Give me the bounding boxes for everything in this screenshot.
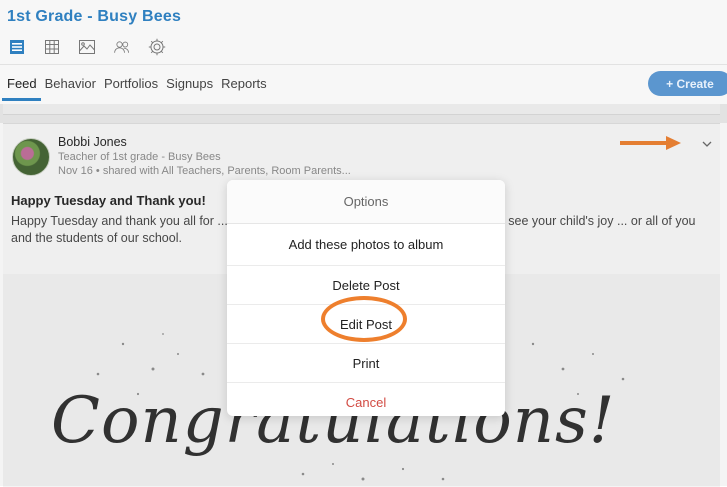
create-button[interactable]: + Create	[648, 71, 727, 96]
newsfeed-icon[interactable]	[8, 38, 26, 56]
modal-title: Options	[227, 180, 505, 224]
delete-post-button[interactable]: Delete Post	[227, 266, 505, 305]
class-title: 1st Grade - Busy Bees	[7, 8, 182, 25]
tab-behavior[interactable]: Behavior	[45, 76, 96, 101]
add-photos-to-album-button[interactable]: Add these photos to album	[227, 224, 505, 266]
class-header: 1st Grade - Busy Bees Feed Behavior Port…	[0, 0, 727, 104]
header-divider	[0, 64, 727, 65]
print-button[interactable]: Print	[227, 344, 505, 383]
tab-feed[interactable]: Feed	[2, 76, 41, 101]
tab-bar: Feed Behavior Portfolios Signups Reports	[2, 76, 267, 101]
cancel-button[interactable]: Cancel	[227, 383, 505, 416]
options-modal: Options Add these photos to album Delete…	[227, 180, 505, 416]
tab-portfolios[interactable]: Portfolios	[104, 76, 158, 101]
photo-icon[interactable]	[78, 38, 96, 56]
class-icon-toolbar	[8, 37, 166, 57]
settings-gear-icon[interactable]	[148, 38, 166, 56]
tab-signups[interactable]: Signups	[166, 76, 213, 101]
calendar-grid-icon[interactable]	[43, 38, 61, 56]
people-icon[interactable]	[113, 38, 131, 56]
tab-reports[interactable]: Reports	[221, 76, 267, 101]
edit-post-button[interactable]: Edit Post	[227, 305, 505, 344]
